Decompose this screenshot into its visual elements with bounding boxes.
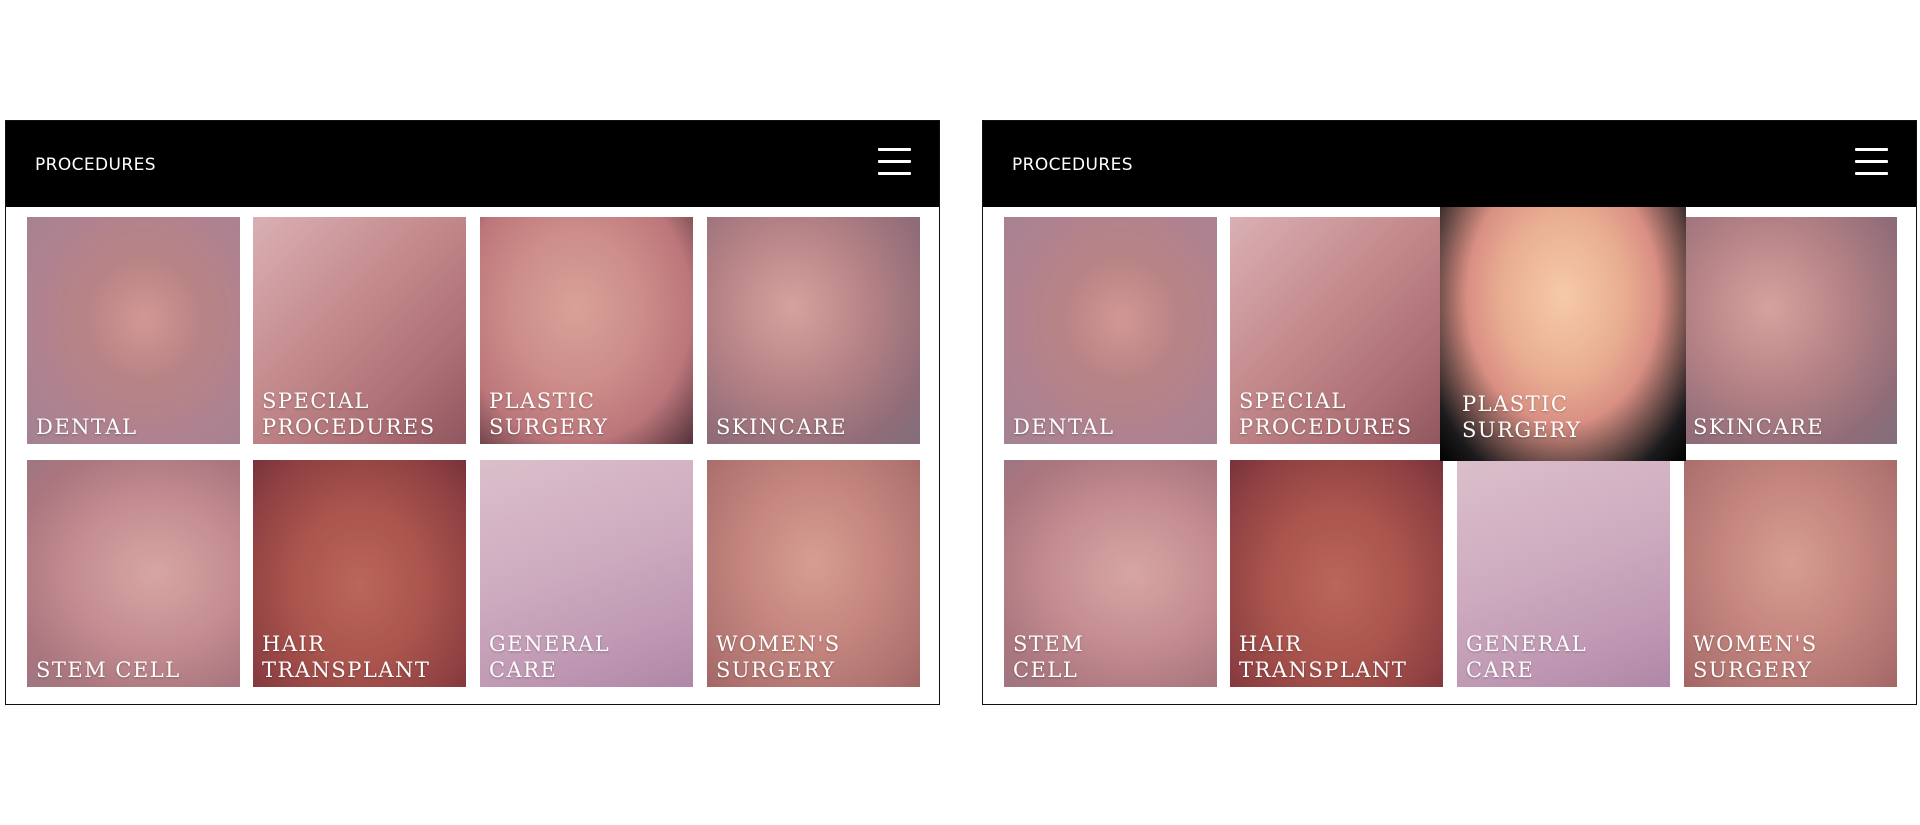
tile-label: SKINCARE (1693, 415, 1825, 439)
tile-stem-cell[interactable]: STEM CELL (27, 460, 240, 687)
tile-label: SPECIAL PROCEDURES (262, 389, 436, 439)
tile-label: PLASTIC SURGERY (1462, 392, 1582, 442)
tile-label: DENTAL (36, 415, 138, 439)
tile-plastic-surgery[interactable]: PLASTIC SURGERY (480, 217, 693, 444)
tile-overlay (27, 217, 240, 444)
tile-label: DENTAL (1013, 415, 1115, 439)
tile-hair-transplant[interactable]: HAIR TRANSPLANT (253, 460, 466, 687)
tile-general-care[interactable]: GENERAL CARE (480, 460, 693, 687)
tile-plastic-surgery-highlighted[interactable]: PLASTIC SURGERY (1440, 207, 1686, 461)
menu-line (878, 160, 911, 163)
tile-label: PLASTIC SURGERY (489, 389, 609, 439)
tile-skincare[interactable]: SKINCARE (707, 217, 920, 444)
tile-stem-cell[interactable]: STEM CELL (1004, 460, 1217, 687)
menu-line (878, 172, 911, 175)
menu-line (1855, 148, 1888, 151)
tile-womens-surgery[interactable]: WOMEN'S SURGERY (1684, 460, 1897, 687)
tile-label: HAIR TRANSPLANT (262, 632, 431, 682)
tile-skincare[interactable]: SKINCARE (1684, 217, 1897, 444)
hamburger-menu-icon[interactable] (1855, 148, 1888, 176)
procedures-screen-hover: PROCEDURES DENTAL SPECIAL PROCEDURES PLA… (982, 120, 1917, 705)
tile-overlay (707, 217, 920, 444)
page-title: PROCEDURES (1012, 155, 1133, 175)
tile-general-care[interactable]: GENERAL CARE (1457, 460, 1670, 687)
tile-womens-surgery[interactable]: WOMEN'S SURGERY (707, 460, 920, 687)
tile-special-procedures[interactable]: SPECIAL PROCEDURES (253, 217, 466, 444)
page-title: PROCEDURES (35, 155, 156, 175)
tile-label: SKINCARE (716, 415, 848, 439)
tile-special-procedures[interactable]: SPECIAL PROCEDURES (1230, 217, 1443, 444)
menu-line (878, 148, 911, 151)
menu-line (1855, 160, 1888, 163)
tile-dental[interactable]: DENTAL (1004, 217, 1217, 444)
tile-label: STEM CELL (36, 658, 181, 682)
tile-overlay (1684, 217, 1897, 444)
hamburger-menu-icon[interactable] (878, 148, 911, 176)
tile-label: STEM CELL (1013, 632, 1085, 682)
tile-label: SPECIAL PROCEDURES (1239, 389, 1413, 439)
tile-label: HAIR TRANSPLANT (1239, 632, 1408, 682)
top-bar: PROCEDURES (6, 121, 939, 207)
tile-label: WOMEN'S SURGERY (716, 632, 841, 682)
top-bar: PROCEDURES (983, 121, 1916, 207)
tile-hair-transplant[interactable]: HAIR TRANSPLANT (1230, 460, 1443, 687)
tile-dental[interactable]: DENTAL (27, 217, 240, 444)
tile-overlay (1004, 217, 1217, 444)
tile-overlay (27, 460, 240, 687)
tile-label: GENERAL CARE (489, 632, 611, 682)
menu-line (1855, 172, 1888, 175)
procedures-screen-default: PROCEDURES DENTAL SPECIAL PROCEDURES PLA… (5, 120, 940, 705)
tile-label: GENERAL CARE (1466, 632, 1588, 682)
tile-label: WOMEN'S SURGERY (1693, 632, 1818, 682)
